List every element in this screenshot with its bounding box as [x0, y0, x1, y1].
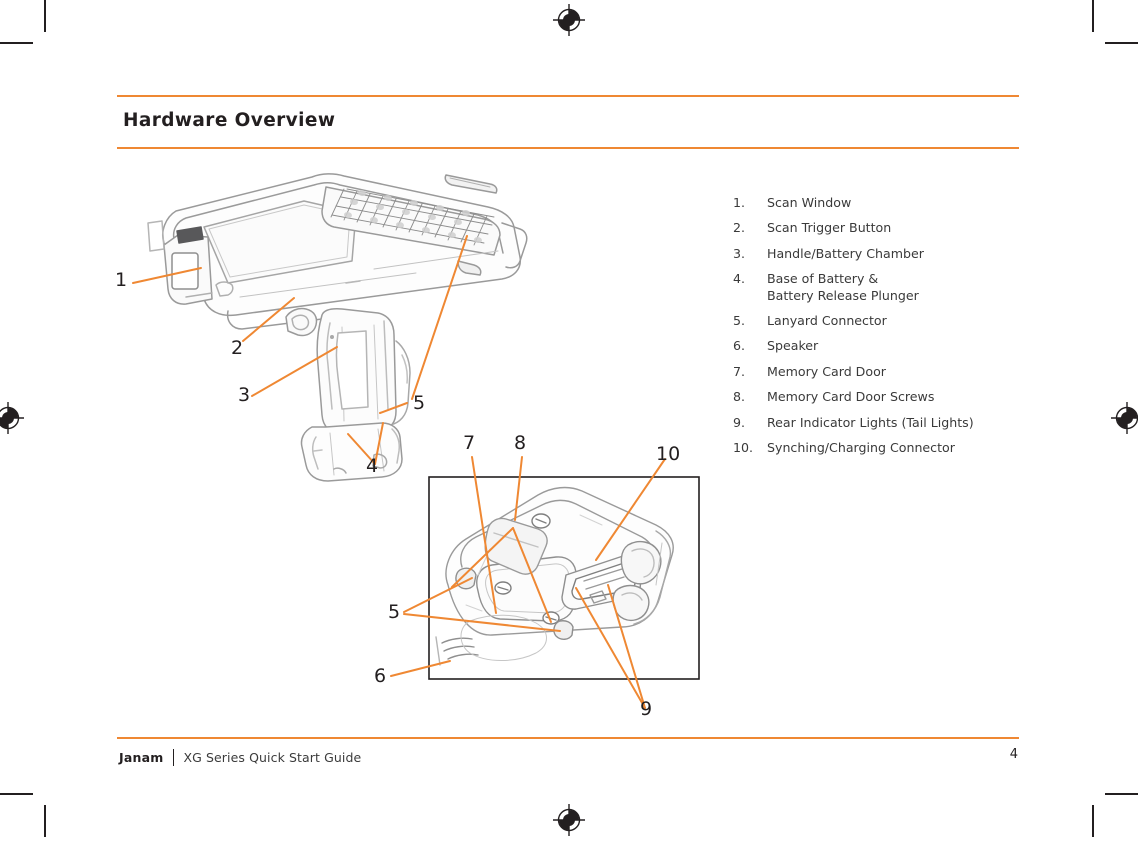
- callout-inset-9: 9: [640, 698, 653, 720]
- legend-item: 4. Base of Battery & Battery Release Plu…: [733, 271, 1033, 304]
- legend-item-number: 2.: [733, 220, 746, 236]
- legend-item-label: Handle/Battery Chamber: [767, 245, 924, 261]
- legend-item: 1. Scan Window: [733, 195, 1033, 211]
- registration-target-right: [1110, 401, 1138, 439]
- footer-divider: [173, 748, 175, 766]
- legend-item-label: Scan Window: [767, 195, 852, 210]
- header-rule-bottom: [117, 147, 1019, 149]
- legend-item: 8. Memory Card Door Screws: [733, 389, 1033, 405]
- crop-mark-top-left-horizontal: [0, 42, 33, 44]
- legend-item-number: 3.: [733, 245, 746, 261]
- callout-inset-7: 7: [463, 432, 476, 454]
- registration-target-left: [0, 401, 25, 439]
- legend-item-label: Scan Trigger Button: [767, 220, 892, 236]
- footer-brand: Janam: [119, 749, 164, 765]
- legend-item-number: 1.: [733, 195, 746, 210]
- legend-item: 6. Speaker: [733, 338, 1033, 354]
- callout-main-2: 2: [231, 337, 244, 359]
- document-page: Hardware Overview 1 2 3 4 5 5 6 7 8 9 10…: [0, 0, 1138, 837]
- legend-item-label: Memory Card Door: [767, 363, 886, 379]
- legend-item-number: 9.: [733, 414, 746, 430]
- registration-target-bottom: [552, 803, 586, 841]
- crop-mark-top-left-vertical: [44, 0, 46, 32]
- crop-mark-bottom-right-vertical: [1092, 805, 1094, 837]
- crop-mark-top-right-horizontal: [1105, 42, 1138, 44]
- legend-item-number: 8.: [733, 389, 746, 405]
- legend-item-label: Synching/Charging Connector: [767, 440, 955, 456]
- legend-item-number: 6.: [733, 338, 746, 354]
- legend-item-number: 4.: [733, 271, 746, 287]
- registration-target-top: [552, 3, 586, 41]
- crop-mark-bottom-left-horizontal: [0, 793, 33, 795]
- legend-item-label: Rear Indicator Lights (Tail Lights): [767, 414, 974, 430]
- legend-item-number: 7.: [733, 363, 746, 379]
- callout-main-5: 5: [413, 392, 426, 414]
- crop-mark-bottom-right-horizontal: [1105, 793, 1138, 795]
- figure-hardware-inset: [370, 425, 715, 735]
- footer: Janam XG Series Quick Start Guide: [119, 747, 361, 767]
- footer-document-title: XG Series Quick Start Guide: [183, 749, 362, 765]
- page-title: Hardware Overview: [123, 110, 336, 131]
- legend-item-label: Speaker: [767, 338, 819, 354]
- callout-inset-8: 8: [514, 432, 527, 454]
- crop-mark-bottom-left-vertical: [44, 805, 46, 837]
- legend-item-number: 5.: [733, 313, 746, 329]
- callout-main-3: 3: [238, 384, 251, 406]
- crop-mark-top-right-vertical: [1092, 0, 1094, 32]
- callout-main-1: 1: [115, 269, 128, 291]
- callout-inset-6: 6: [374, 665, 387, 687]
- legend-item-label: Memory Card Door Screws: [767, 389, 935, 405]
- callout-inset-10: 10: [656, 443, 681, 465]
- legend-item-label: Lanyard Connector: [767, 313, 887, 329]
- footer-page-number: 4: [1009, 747, 1018, 762]
- legend-item: 10. Synching/Charging Connector: [733, 440, 1033, 456]
- legend-item-number: 10.: [733, 440, 754, 456]
- legend-item: 9. Rear Indicator Lights (Tail Lights): [733, 415, 1033, 431]
- callout-inset-5: 5: [388, 601, 401, 623]
- header-rule-top: [117, 95, 1019, 97]
- legend-item: 7. Memory Card Door: [733, 364, 1033, 380]
- legend-item: 5. Lanyard Connector: [733, 313, 1033, 329]
- hardware-legend-list: 1. Scan Window 2. Scan Trigger Button 3.…: [733, 195, 1033, 465]
- legend-item: 2. Scan Trigger Button: [733, 220, 1033, 236]
- legend-item: 3. Handle/Battery Chamber: [733, 246, 1033, 262]
- legend-item-label: Base of Battery & Battery Release Plunge…: [767, 271, 919, 303]
- footer-rule: [117, 737, 1019, 739]
